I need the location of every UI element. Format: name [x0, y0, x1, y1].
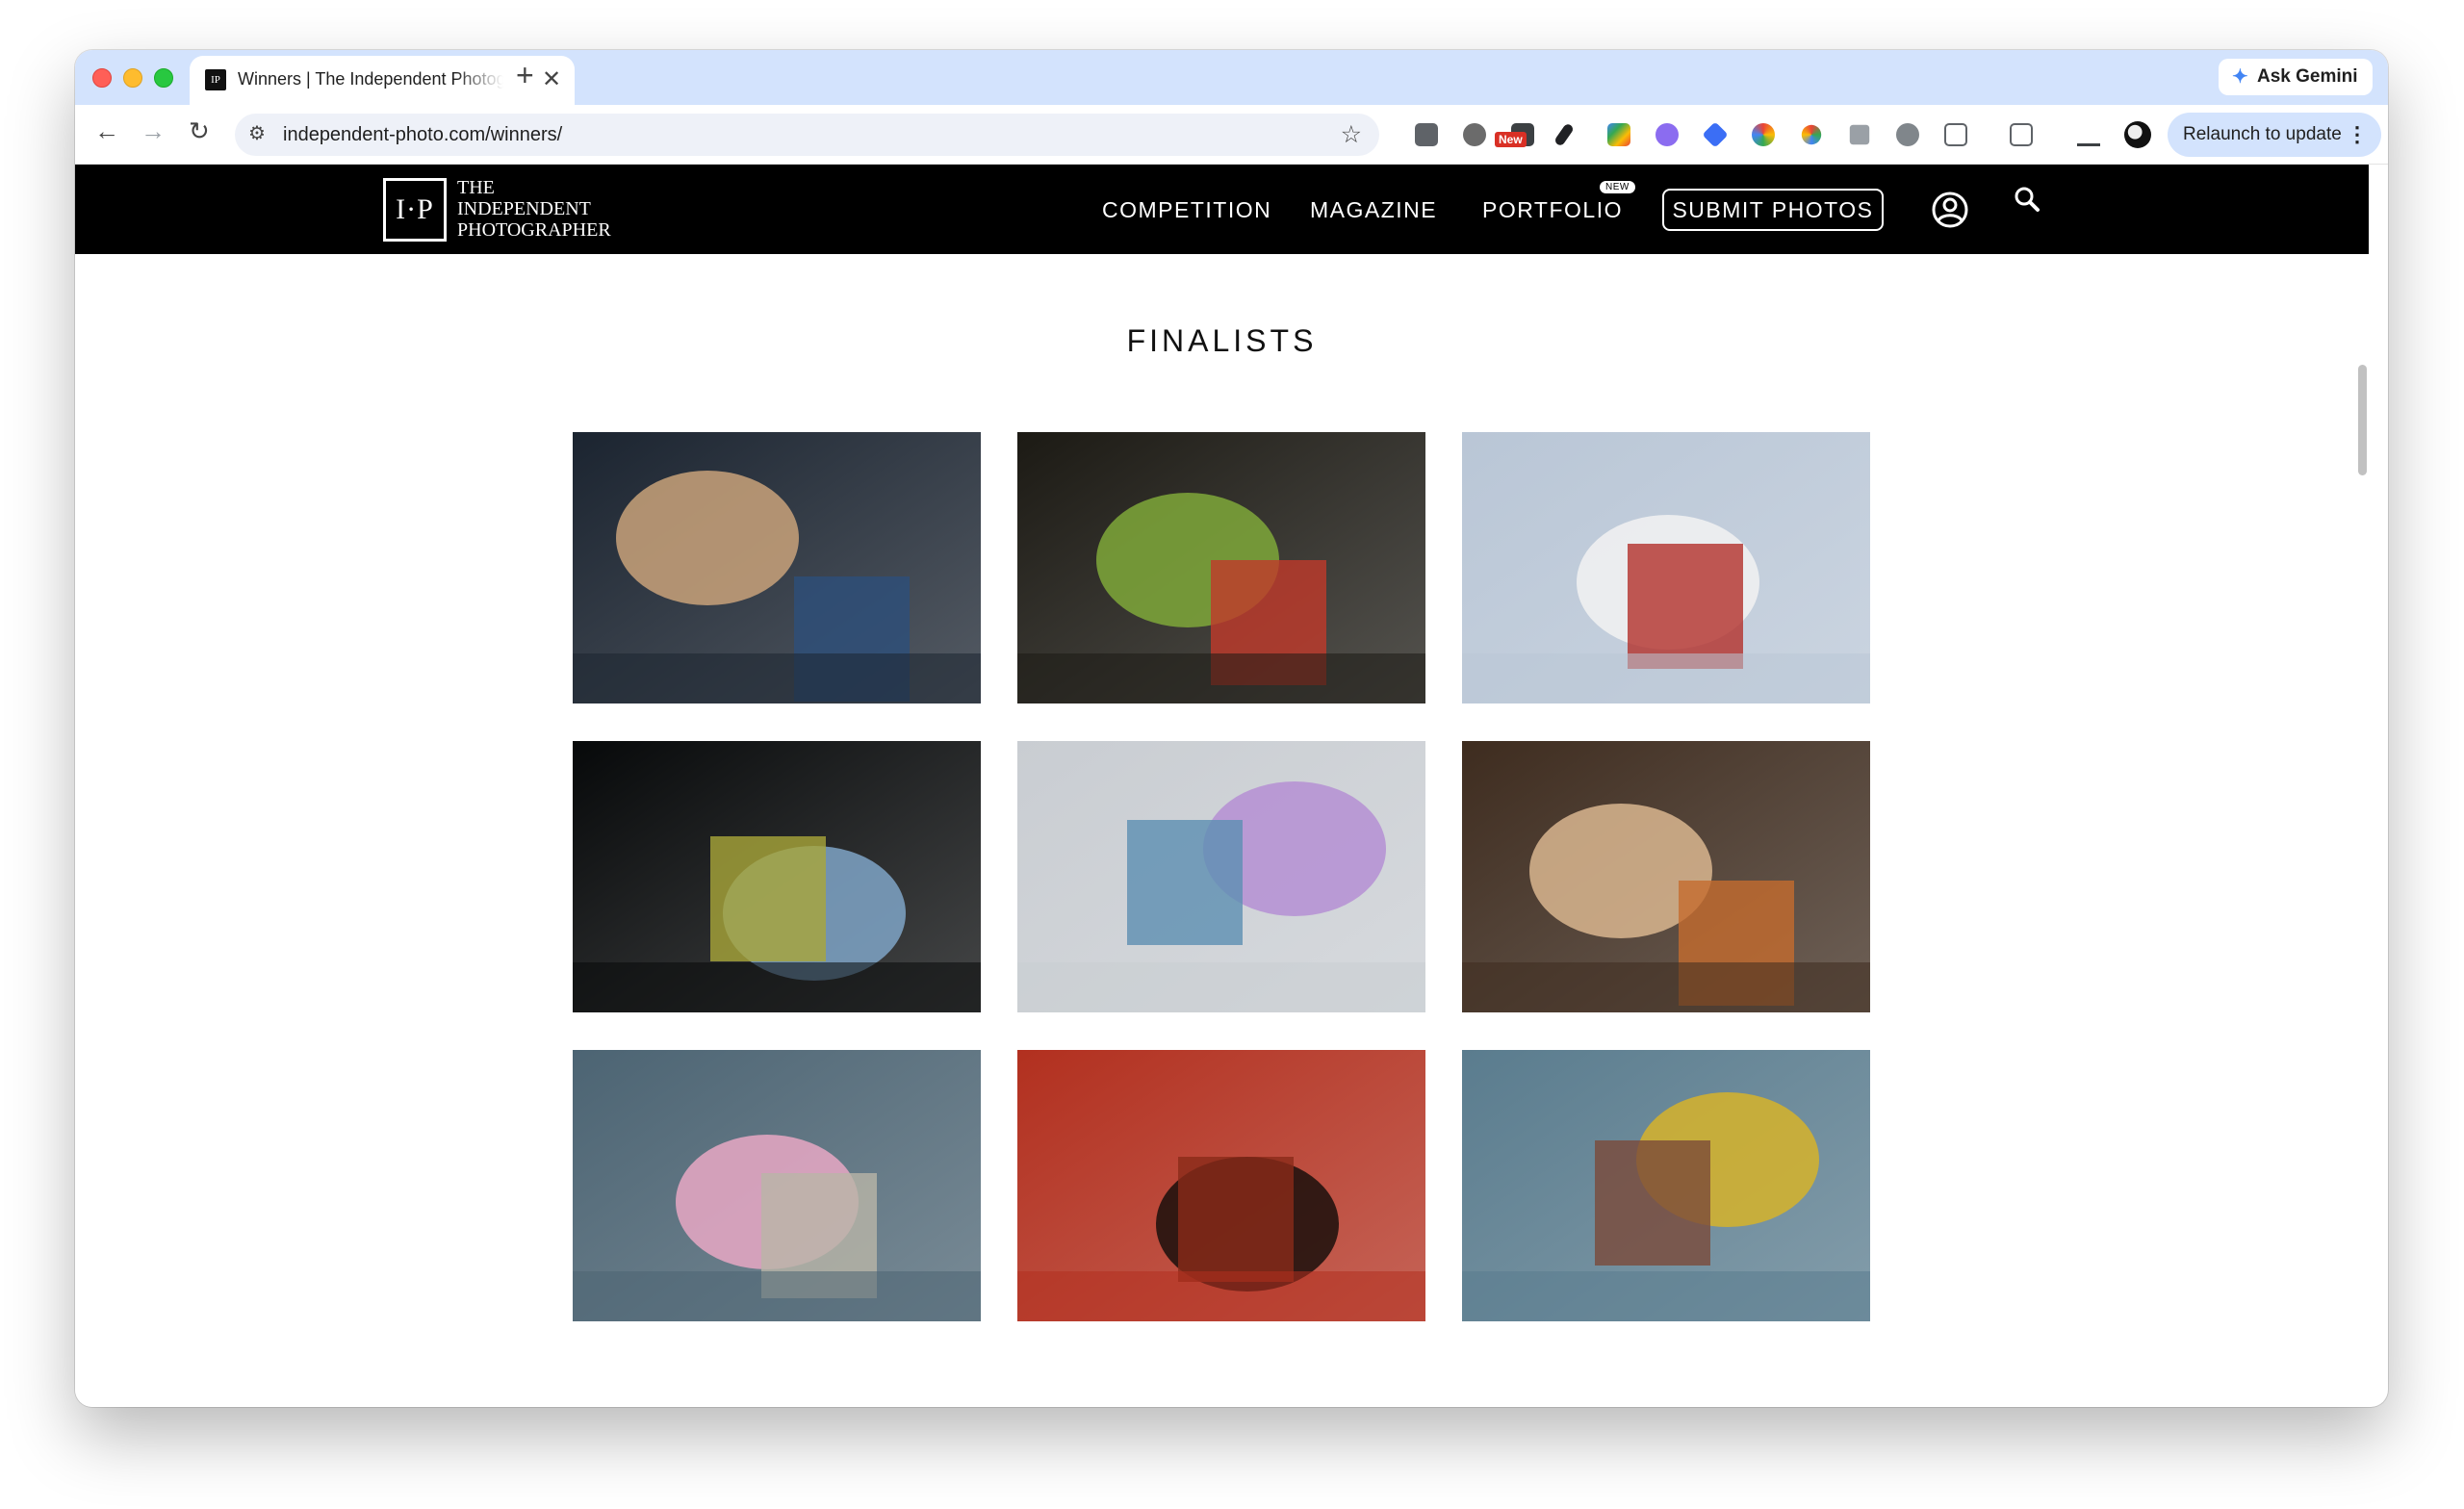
- finalist-photo-street-hula-hoop[interactable]: [573, 1050, 981, 1321]
- photo-image: [573, 432, 981, 703]
- photo-image: [1017, 1050, 1425, 1321]
- site-info-icon[interactable]: ⚙: [248, 121, 266, 145]
- page-content: FINALISTS: [75, 254, 2369, 1407]
- camera-icon[interactable]: [1849, 124, 1870, 145]
- photo-image: [1462, 1050, 1870, 1321]
- extension-9-icon[interactable]: [1801, 124, 1822, 145]
- close-tab-icon[interactable]: ✕: [542, 65, 561, 93]
- photo-image: [573, 1050, 981, 1321]
- puzzle-extensions-icon[interactable]: [1944, 123, 1967, 146]
- finalist-photo-playground-shadows[interactable]: [1017, 432, 1425, 703]
- tab-search-icon[interactable]: [2010, 123, 2033, 146]
- star-icon[interactable]: ☆: [1341, 120, 1362, 149]
- color-wheel-icon[interactable]: [1752, 123, 1775, 146]
- page-scrollbar[interactable]: [2358, 365, 2367, 475]
- close-window-button[interactable]: [92, 68, 112, 88]
- logo-line-2: INDEPENDENT: [457, 198, 591, 219]
- site-header: I·P THE INDEPENDENT PHOTOGRAPHER COMPETI…: [75, 165, 2369, 254]
- tab-favicon-icon: IP: [205, 69, 226, 90]
- new-tab-button[interactable]: +: [516, 58, 534, 93]
- finalist-photo-red-wall-shadows[interactable]: [1017, 1050, 1425, 1321]
- wordpress-icon[interactable]: [1463, 123, 1486, 146]
- download-icon[interactable]: [2077, 123, 2100, 146]
- relaunch-label: Relaunch to update: [2183, 124, 2342, 144]
- ask-gemini-label: Ask Gemini: [2257, 66, 2358, 87]
- site-logo-wordmark[interactable]: THE INDEPENDENT PHOTOGRAPHER: [457, 177, 611, 241]
- reload-icon[interactable]: ↻: [189, 116, 210, 146]
- logo-line-1: THE: [457, 177, 495, 198]
- profile-avatar-icon[interactable]: [2124, 121, 2151, 148]
- photo-image: [1017, 741, 1425, 1012]
- extension-new-badge: New: [1495, 132, 1527, 147]
- finalists-grid: [573, 432, 1871, 1321]
- back-arrow-icon[interactable]: ←: [94, 116, 119, 146]
- finalist-photo-arches-by-lake[interactable]: [1462, 741, 1870, 1012]
- submit-photos-button[interactable]: SUBMIT PHOTOS: [1662, 189, 1884, 231]
- extension-1-icon[interactable]: [1415, 123, 1438, 146]
- nav-portfolio[interactable]: PORTFOLIO: [1482, 197, 1623, 223]
- photo-image: [1462, 432, 1870, 703]
- eyedropper-icon[interactable]: [1553, 122, 1575, 147]
- address-bar[interactable]: ⚙ independent-photo.com/winners/ ☆: [235, 114, 1379, 156]
- nav-magazine[interactable]: MAGAZINE: [1310, 197, 1437, 223]
- url-text[interactable]: independent-photo.com/winners/: [283, 124, 562, 146]
- ask-gemini-button[interactable]: ✦ Ask Gemini: [2219, 59, 2373, 95]
- check-circle-icon[interactable]: [1896, 123, 1919, 146]
- tab-strip: IP Winners | The Independent Photographe…: [75, 50, 2388, 105]
- extension-6-icon[interactable]: [1656, 123, 1679, 146]
- more-vert-icon[interactable]: ⋮: [2347, 113, 2368, 157]
- user-icon[interactable]: [1931, 191, 1969, 234]
- site-logo-mark[interactable]: I·P: [383, 178, 447, 242]
- photo-image: [1017, 432, 1425, 703]
- browser-window: IP Winners | The Independent Photographe…: [75, 50, 2388, 1407]
- maximize-window-button[interactable]: [154, 68, 173, 88]
- logo-line-3: PHOTOGRAPHER: [457, 219, 611, 241]
- tab-title: Winners | The Independent Photographer: [238, 69, 503, 89]
- extension-5-icon[interactable]: [1607, 123, 1630, 146]
- forward-arrow-icon[interactable]: →: [141, 116, 166, 146]
- finalist-photo-children-playing-balloon[interactable]: [1017, 741, 1425, 1012]
- finalist-photo-ferry-windows[interactable]: [573, 741, 981, 1012]
- finalist-photo-dog-and-birds[interactable]: [1462, 432, 1870, 703]
- finalist-photo-woman-with-fan[interactable]: [573, 432, 981, 703]
- browser-toolbar: ← → ↻ ⚙ independent-photo.com/winners/ ☆…: [75, 105, 2388, 165]
- tag-icon[interactable]: [1702, 121, 1729, 148]
- portfolio-new-badge: NEW: [1600, 181, 1635, 193]
- gemini-sparkle-icon: ✦: [2232, 66, 2248, 88]
- nav-competition[interactable]: COMPETITION: [1102, 197, 1271, 223]
- finalists-heading: FINALISTS: [1126, 323, 1318, 358]
- photo-image: [1462, 741, 1870, 1012]
- relaunch-to-update-button[interactable]: Relaunch to update ⋮: [2168, 113, 2381, 157]
- search-icon[interactable]: [2012, 184, 2042, 219]
- photo-image: [573, 741, 981, 1012]
- finalist-photo-rickshaw-boy[interactable]: [1462, 1050, 1870, 1321]
- minimize-window-button[interactable]: [123, 68, 142, 88]
